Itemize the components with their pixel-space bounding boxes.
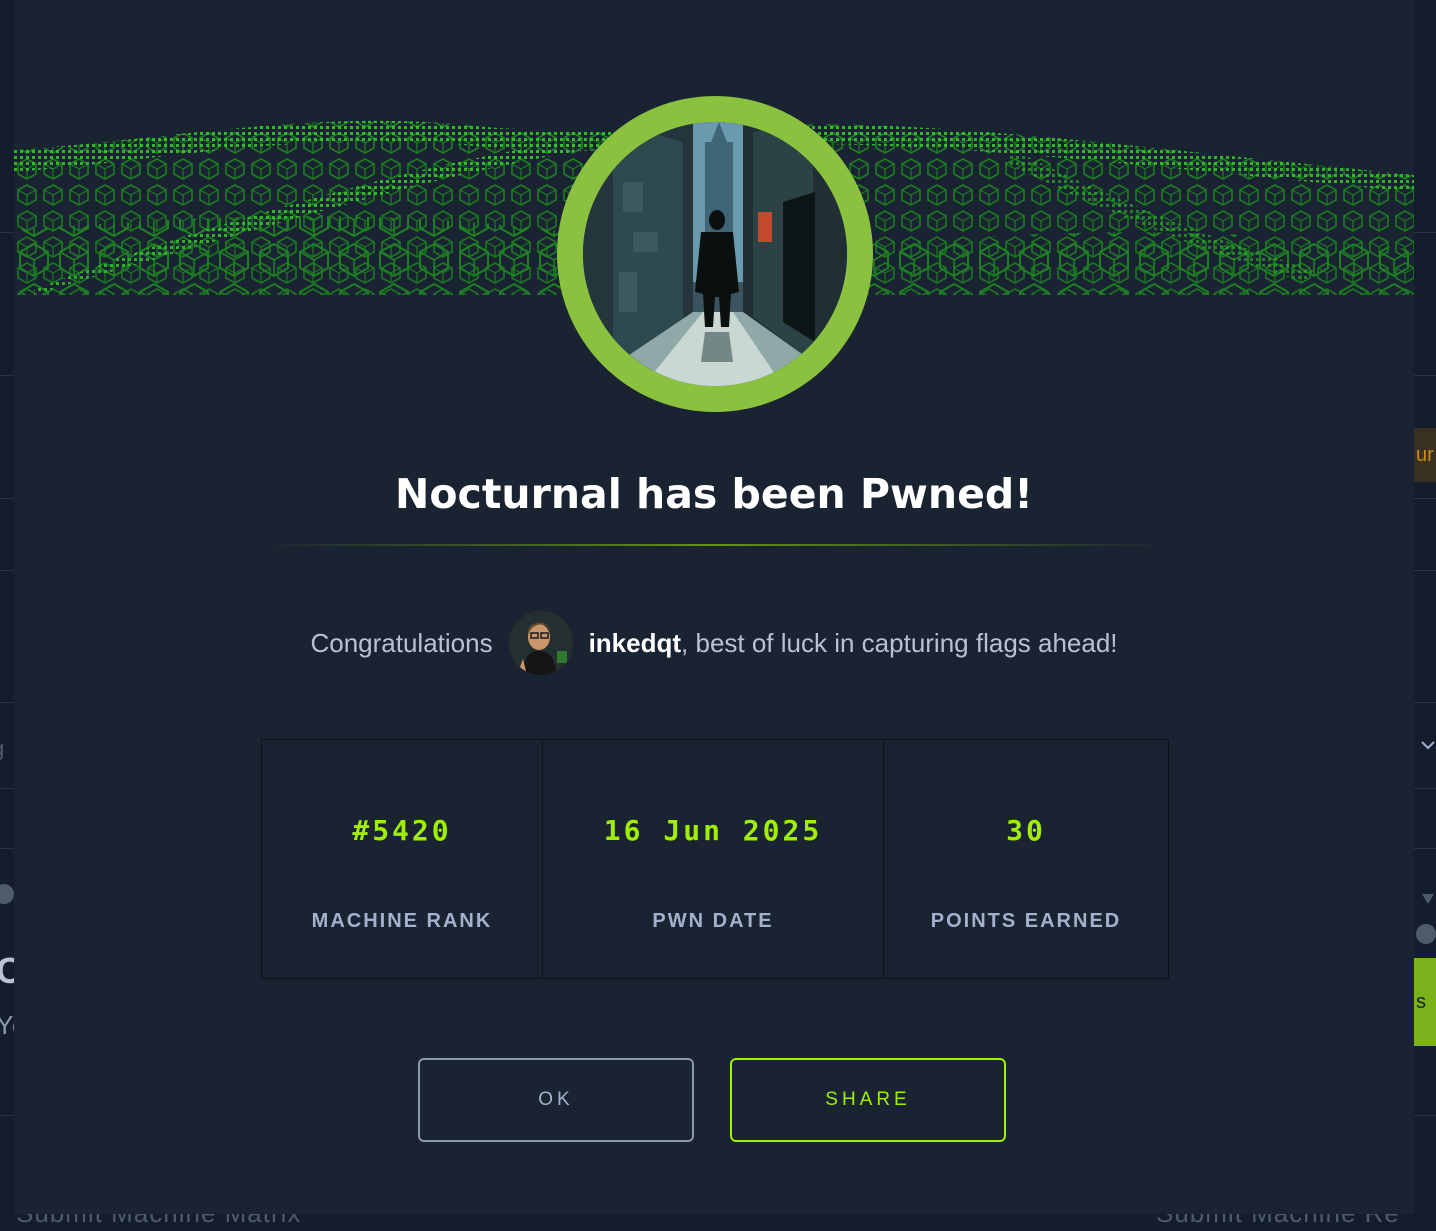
stat-label: POINTS EARNED [930,910,1122,932]
chevron-down-icon [1421,741,1435,750]
stats-panel: #5420 MACHINE RANK 16 Jun 2025 PWN DATE … [261,739,1169,979]
stat-label: PWN DATE [652,910,774,932]
stat-value: #5420 [352,814,452,847]
ok-button[interactable]: OK [418,1058,694,1142]
machine-avatar-ring [557,96,873,412]
slider-handle-icon [0,884,14,904]
title-divider [264,544,1164,546]
bg-badge-fragment: ur [1414,428,1436,482]
bg-fragment: g [0,736,5,762]
congrats-suffix: , best of luck in capturing flags ahead! [681,627,1118,658]
stat-value: 16 Jun 2025 [603,814,823,847]
stat-machine-rank: #5420 MACHINE RANK [262,740,543,978]
pwned-modal: Nocturnal has been Pwned! Congratulation… [14,0,1414,1214]
stat-label: MACHINE RANK [311,910,493,932]
stat-value: 30 [1006,814,1046,847]
stat-pwn-date: 16 Jun 2025 PWN DATE [543,740,884,978]
username-link[interactable]: inkedqt [589,628,681,659]
bg-button-fragment: s [1414,958,1436,1046]
congrats-prefix: Congratulations [310,627,493,658]
user-avatar-icon[interactable] [508,611,573,675]
machine-avatar-icon [583,122,847,386]
slider-handle-icon [1416,894,1436,944]
modal-title: Nocturnal has been Pwned! [395,470,1033,518]
stat-points-earned: 30 POINTS EARNED [884,740,1168,978]
congrats-line: Congratulations inkedqt , best of luck i… [14,608,1414,678]
share-button[interactable]: SHARE [730,1058,1006,1142]
